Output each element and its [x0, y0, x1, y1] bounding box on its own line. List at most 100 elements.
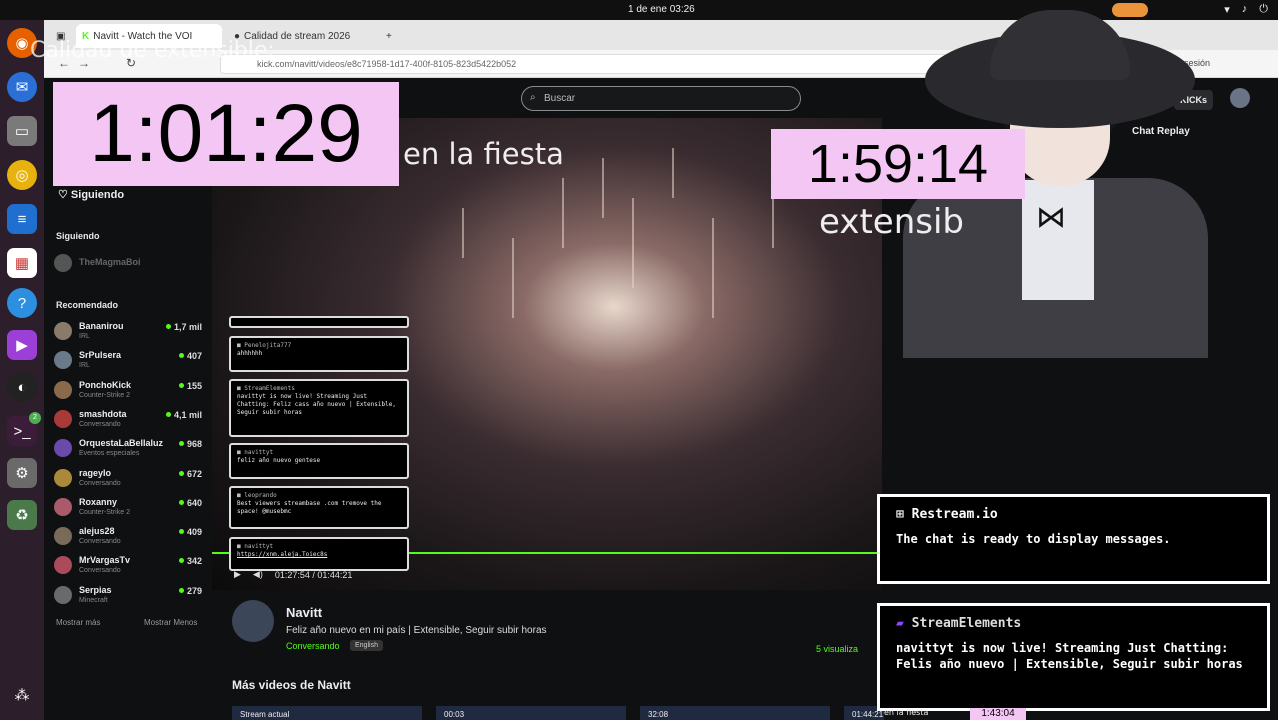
show-more-button[interactable]: Mostrar más	[56, 618, 100, 627]
channel-name: Serpias	[79, 584, 112, 595]
sidebar-channel-item[interactable]: OrquestaLaBellaluz Eventos especiales 968	[54, 437, 204, 463]
streamelements-message: navittyt is now live! Streaming Just Cha…	[896, 641, 1243, 671]
sidebar-channel-item[interactable]: MrVargasTv Conversando 342	[54, 554, 204, 580]
sidebar: ♡ Siguiendo Siguiendo TheMagmaBoi Recome…	[44, 178, 212, 638]
recommended-heading: Recomendado	[56, 300, 119, 310]
avatar	[54, 322, 72, 340]
system-clock[interactable]: 1 de ene 03:26	[628, 4, 695, 15]
sidebar-channel-item[interactable]: alejus28 Conversando 409	[54, 525, 204, 551]
thunderbird-icon[interactable]: ✉	[7, 72, 37, 102]
avatar	[54, 351, 72, 370]
follow-button-label: Siguiendo	[70, 189, 125, 201]
channel-name: PonchoKick	[79, 379, 132, 390]
vtuber-bow: ⋈	[1036, 201, 1066, 234]
chat-replay-heading: Chat Replay	[1132, 126, 1190, 137]
search-input[interactable]: ⌕ Buscar	[521, 86, 801, 111]
follow-button[interactable]: ♡ Siguiendo	[58, 188, 124, 201]
channel-category: Counter-Strike 2	[79, 391, 130, 399]
firework-streak	[632, 198, 634, 288]
video-chat-message: ■ navittyt https://xnm.aleja.Toiec8s	[229, 537, 409, 571]
viewer-count: 279	[179, 586, 202, 596]
channel-category: IRL	[79, 333, 90, 340]
terminal-badge: 2	[29, 412, 41, 424]
ubuntu-dock: ◉ ✉ ▭ ◎ ≡ ▦ ? ▶ ◐ >_ 2 ⚙ ♻ ⁂	[0, 20, 44, 720]
firework-streak	[712, 218, 714, 318]
software-icon[interactable]: ▦	[7, 248, 37, 278]
url-bar[interactable]: kick.com/navitt/videos/e8c71958-1d17-400…	[220, 54, 1040, 74]
channel-name: alejus28	[79, 526, 115, 537]
avatar	[54, 254, 72, 272]
volume-icon[interactable]: ♪	[1242, 3, 1248, 16]
viewer-count: 342	[179, 556, 202, 566]
stream-title: Feliz año nuevo en mi país | Extensible,…	[286, 625, 547, 636]
bottom-caption: en la fiesta	[884, 708, 929, 717]
writer-icon[interactable]: ≡	[7, 204, 37, 234]
screen-share-indicator[interactable]	[1112, 3, 1148, 17]
channel-category: Minecraft	[79, 596, 108, 604]
channel-category: Conversando	[79, 479, 121, 487]
firework-streak	[462, 208, 464, 258]
avatar	[54, 409, 72, 428]
channel-name: rageylo	[79, 467, 112, 478]
power-icon[interactable]: ⏻	[1259, 3, 1268, 16]
stream-category[interactable]: Conversando	[286, 641, 340, 651]
video-chat-message	[229, 316, 409, 328]
avatar	[54, 380, 72, 399]
video-chat-message: ■ leoprando Best viewers streambase .com…	[229, 486, 409, 529]
following-item[interactable]: TheMagmaBoi	[54, 252, 204, 278]
channel-name[interactable]: Navitt	[286, 605, 322, 620]
avatar	[54, 468, 72, 487]
sidebar-channel-item[interactable]: Roxanny Counter-Strike 2 640	[54, 496, 204, 522]
system-tray[interactable]: ▾ ♪ ⏻	[1224, 3, 1268, 16]
firework-streak	[512, 238, 514, 318]
user-avatar[interactable]	[1230, 88, 1250, 108]
sidebar-channel-item[interactable]: smashdota Conversando 4,1 mil	[54, 408, 204, 434]
viewer-count: 155	[179, 381, 202, 391]
settings-icon[interactable]: ⚙	[7, 458, 37, 488]
channel-category: Conversando	[79, 567, 121, 575]
apps-icon[interactable]: ⁂	[7, 680, 37, 710]
terminal-icon[interactable]: >_ 2	[7, 412, 41, 446]
viewer-count: 1,7 mil	[166, 322, 202, 332]
restream-icon: ⊞	[896, 507, 912, 522]
video-chat-message: ■ navittyt feliz año nuevo gentese	[229, 443, 409, 479]
sidebar-channel-item[interactable]: SrPulsera IRL 407	[54, 349, 204, 375]
avatar	[54, 439, 72, 458]
sidebar-channel-item[interactable]: rageylo Conversando 672	[54, 467, 204, 493]
restream-title: Restream.io	[911, 507, 998, 522]
bottom-timer: 1:43:04	[970, 708, 1026, 720]
restream-panel: ⊞ Restream.io The chat is ready to displ…	[877, 494, 1270, 584]
channel-name: SrPulsera	[79, 350, 122, 361]
rhythmbox-icon[interactable]: ◎	[7, 160, 37, 190]
new-tab-button[interactable]: +	[380, 24, 398, 48]
obs-icon[interactable]: ◐	[7, 372, 37, 402]
channel-name: Roxanny	[79, 496, 118, 507]
heart-icon: ♡	[58, 189, 71, 201]
video-thumbnail[interactable]: 00:03	[436, 706, 626, 720]
video-icon[interactable]: ▶	[7, 330, 37, 360]
channel-category: Conversando	[79, 538, 121, 546]
chat-user: navittyt	[244, 449, 274, 456]
show-less-button[interactable]: Mostrar Menos	[144, 618, 197, 627]
network-icon[interactable]: ▾	[1224, 3, 1230, 16]
help-icon[interactable]: ?	[7, 288, 37, 318]
screen: 1 de ene 03:26 ▾ ♪ ⏻ ◉ ✉ ▭ ◎ ≡ ▦ ? ▶ ◐ >…	[0, 0, 1278, 720]
firework-streak	[602, 158, 604, 218]
main-timer: 1:01:29	[53, 82, 399, 186]
more-videos-heading: Más videos de Navitt	[232, 678, 351, 692]
channel-name: Bananirou	[79, 321, 124, 331]
sidebar-channel-item[interactable]: PonchoKick Counter-Strike 2 155	[54, 379, 204, 405]
avatar	[54, 527, 72, 546]
chat-text: https://xnm.aleja.Toiec8s	[237, 551, 328, 559]
chat-text: navittyt is now live! Streaming Just Cha…	[237, 393, 396, 417]
files-icon[interactable]: ▭	[7, 116, 37, 146]
channel-avatar[interactable]	[232, 600, 274, 642]
sidebar-channel-item[interactable]: Bananirou IRL 1,7 mil	[54, 320, 204, 346]
trash-icon[interactable]: ♻	[7, 500, 37, 530]
chat-text: ahhhhhh	[237, 350, 263, 358]
sidebar-channel-item[interactable]: Serpias Minecraft 279	[54, 584, 204, 610]
search-placeholder: Buscar	[544, 93, 576, 104]
video-thumbnail[interactable]: 32:08	[640, 706, 830, 720]
video-thumbnail[interactable]: Stream actual	[232, 706, 422, 720]
chat-user: leoprando	[244, 492, 277, 499]
